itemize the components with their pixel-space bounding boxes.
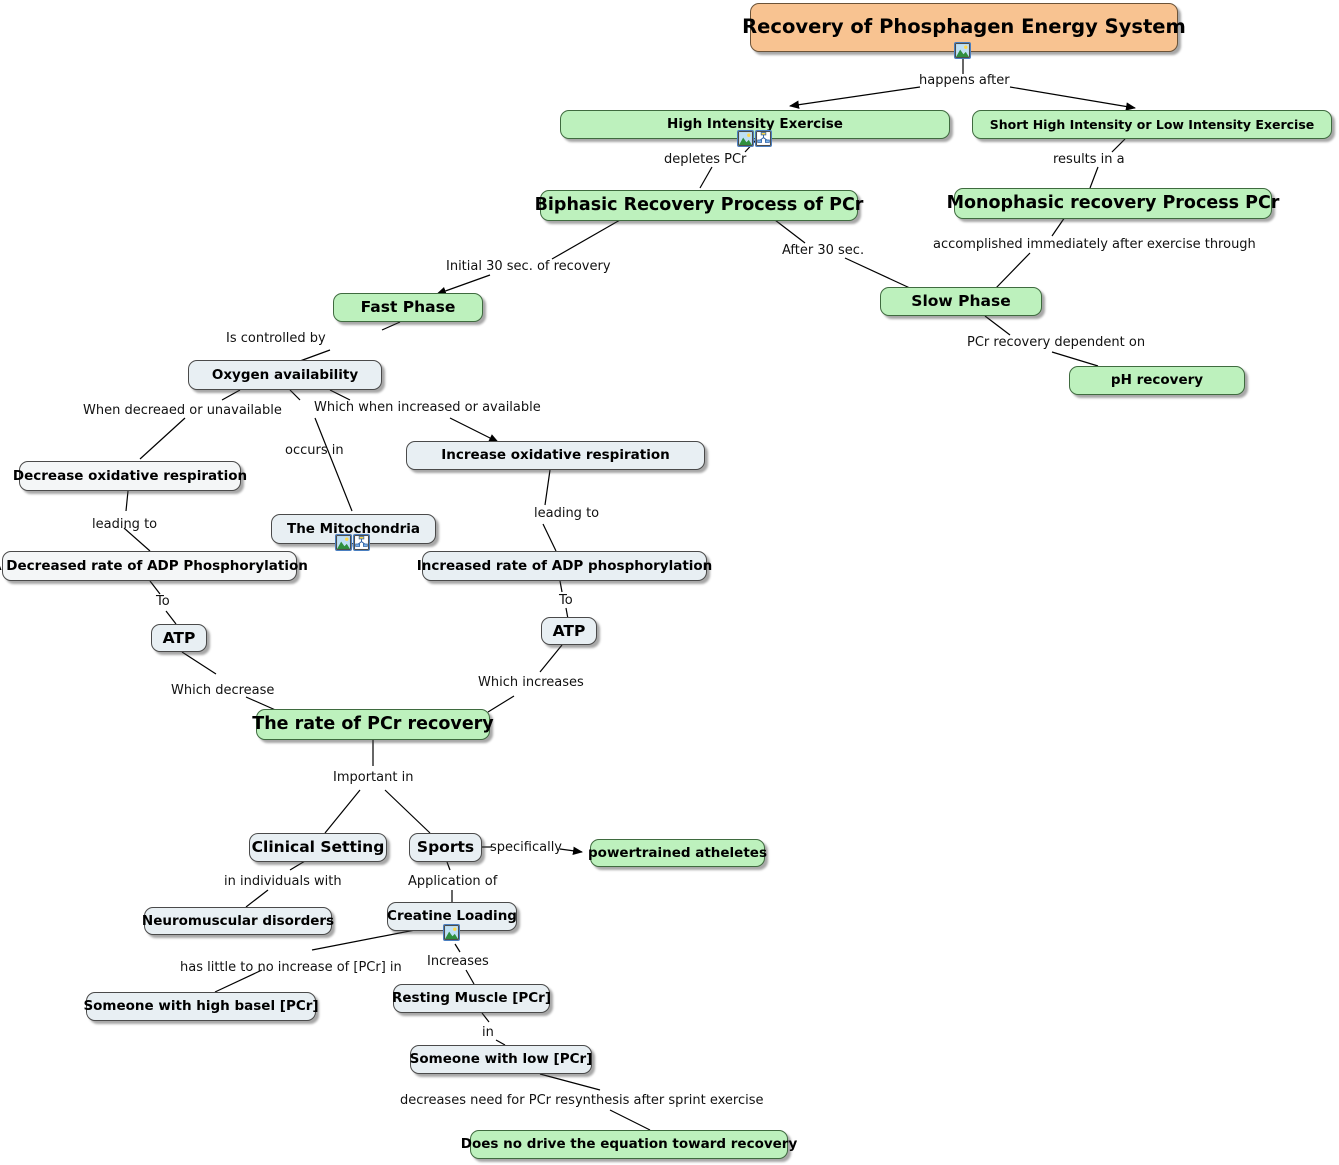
edge-label-leading-to-right: leading to [534,506,600,521]
edge-label-which-when-increased: Which when increased or available [314,400,541,415]
node-clinical-setting[interactable]: Clinical Setting [249,833,387,862]
node-high-intensity-exercise-icons[interactable] [737,130,772,147]
edge-label-depletes-pcr: depletes PCr [664,152,747,167]
node-sports[interactable]: Sports [409,833,482,862]
node-fast-phase[interactable]: Fast Phase [333,293,483,322]
edge-label-important-in: Important in [333,770,414,785]
node-short-high-or-low-intensity-exercise[interactable]: Short High Intensity or Low Intensity Ex… [972,110,1332,139]
picture-icon[interactable] [335,534,352,551]
edge-label-after-30-sec: After 30 sec. [782,243,865,258]
node-neuromuscular-disorders[interactable]: Neuromuscular disorders [142,907,334,935]
concept-map-icon[interactable] [353,534,370,551]
node-atp-left[interactable]: ATP [151,624,207,652]
edge-label-which-increases: Which increases [478,675,584,690]
edge-label-in-individuals-with: in individuals with [224,874,342,889]
node-someone-with-high-basel-pcr[interactable]: Someone with high basel [PCr] [83,992,319,1021]
node-decreased-rate-adp-phosphorylation[interactable]: A Decreased rate of ADP Phosphorylation [0,551,308,581]
node-increase-oxidative-respiration[interactable]: Increase oxidative respiration [406,441,705,470]
node-resting-muscle-pcr[interactable]: Resting Muscle [PCr] [392,984,551,1013]
edge-label-happens-after: happens after [919,73,1010,88]
edge-label-which-decrease: Which decrease [171,683,275,698]
picture-icon[interactable] [737,130,754,147]
edge-label-has-little-to-no-increase: has little to no increase of [PCr] in [180,960,402,975]
edge-label-initial-30-sec: Initial 30 sec. of recovery [446,259,611,274]
edge-label-occurs-in: occurs in [285,443,344,458]
concept-map-icon[interactable] [755,130,772,147]
edge-label-increases: Increases [427,954,489,969]
node-root-icons[interactable] [954,42,971,59]
edge-label-leading-to-left: leading to [92,517,158,532]
edge-label-pcr-recovery-dependent-on: PCr recovery dependent on [967,335,1146,350]
node-monophasic-recovery-process[interactable]: Monophasic recovery Process PCr [947,188,1279,219]
node-ph-recovery[interactable]: pH recovery [1069,366,1245,395]
node-someone-with-low-pcr[interactable]: Someone with low [PCr] [410,1045,592,1074]
node-increased-rate-adp-phosphorylation[interactable]: Increased rate of ADP phosphorylation [417,551,712,581]
picture-icon[interactable] [443,924,460,941]
edge-label-to-right: To [559,593,573,608]
edge-label-decreases-need-for-pcr: decreases need for PCr resynthesis after… [400,1093,764,1108]
node-the-mitochondria-icons[interactable] [335,534,370,551]
edge-label-results-in-a: results in a [1053,152,1125,167]
concept-map-canvas: Recovery of Phosphagen Energy System Hig… [0,0,1339,1165]
edge-label-in: in [482,1025,494,1040]
connector-layer [123,52,1136,1131]
edge-label-is-controlled-by: Is controlled by [226,331,326,346]
node-powertrained-atheletes[interactable]: powertrained atheletes [588,839,767,867]
node-oxygen-availability[interactable]: Oxygen availability [188,360,382,390]
node-decrease-oxidative-respiration[interactable]: Decrease oxidative respiration [13,461,247,491]
edge-label-application-of: Application of [408,874,498,889]
node-slow-phase[interactable]: Slow Phase [880,287,1042,316]
edge-label-to-left: To [156,594,170,609]
edge-label-when-decreaed-or-unavailable: When decreaed or unavailable [83,403,282,418]
node-biphasic-recovery-process[interactable]: Biphasic Recovery Process of PCr [535,190,863,221]
picture-icon[interactable] [954,42,971,59]
node-rate-of-pcr-recovery[interactable]: The rate of PCr recovery [252,709,494,740]
edge-label-specifically: specifically [490,840,563,855]
node-does-no-drive-equation[interactable]: Does no drive the equation toward recove… [461,1130,797,1159]
edge-label-accomplished-immediately: accomplished immediately after exercise … [933,237,1256,252]
node-creatine-loading-icons[interactable] [443,924,460,941]
node-atp-right[interactable]: ATP [541,617,597,645]
